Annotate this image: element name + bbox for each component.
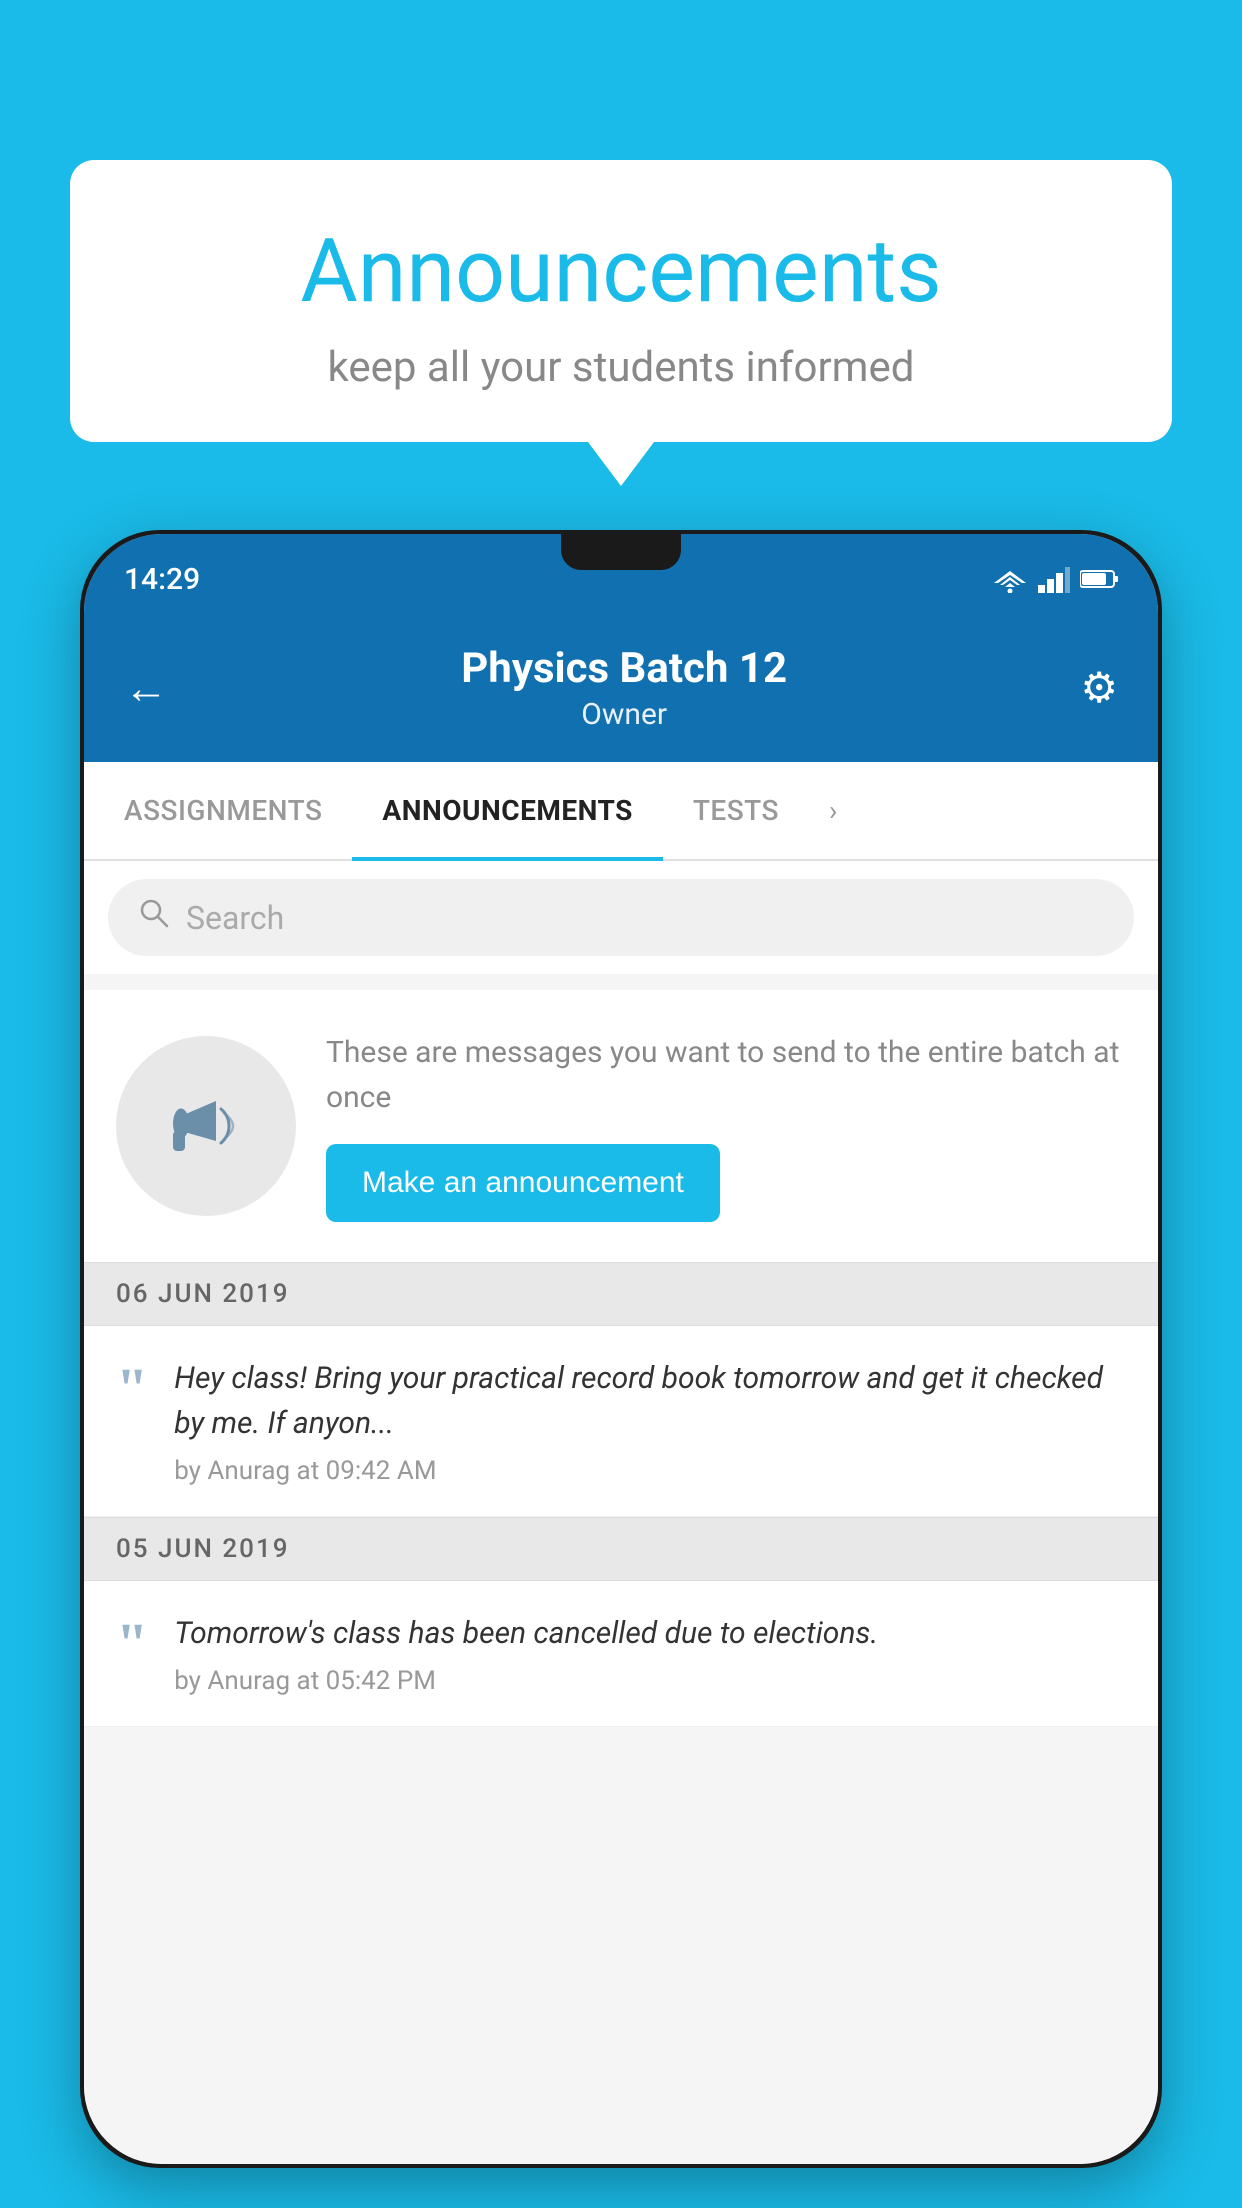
announcement-title: Announcements <box>130 220 1112 323</box>
announcement-meta-2: by Anurag at 05:42 PM <box>174 1666 1126 1696</box>
announcement-right: These are messages you want to send to t… <box>326 1030 1126 1222</box>
status-icons <box>992 565 1118 593</box>
phone-notch <box>561 534 681 570</box>
search-bar[interactable]: Search <box>108 879 1134 956</box>
owner-label: Owner <box>168 697 1080 732</box>
announcement-message-1: Hey class! Bring your practical record b… <box>174 1356 1126 1446</box>
announcement-text-1: Hey class! Bring your practical record b… <box>174 1356 1126 1486</box>
status-time: 14:29 <box>124 562 200 597</box>
announcement-item-1: " Hey class! Bring your practical record… <box>84 1326 1158 1517</box>
announcement-prompt: These are messages you want to send to t… <box>84 990 1158 1262</box>
signal-icon <box>1038 565 1070 593</box>
quote-icon-2: " <box>116 1615 148 1673</box>
announcement-subtitle: keep all your students informed <box>130 343 1112 392</box>
speech-bubble-card: Announcements keep all your students inf… <box>70 160 1172 442</box>
announcement-text-2: Tomorrow's class has been cancelled due … <box>174 1611 1126 1696</box>
status-bar: 14:29 <box>84 534 1158 624</box>
tab-announcements[interactable]: ANNOUNCEMENTS <box>352 762 662 859</box>
back-button[interactable]: ← <box>124 662 168 714</box>
date-separator-2: 05 JUN 2019 <box>84 1517 1158 1581</box>
announcement-description: These are messages you want to send to t… <box>326 1030 1126 1120</box>
header-title-group: Physics Batch 12 Owner <box>168 644 1080 732</box>
wifi-icon <box>992 565 1028 593</box>
phone-frame: 14:29 <box>80 530 1162 2168</box>
app-header: ← Physics Batch 12 Owner ⚙ <box>84 624 1158 762</box>
announcement-icon-circle <box>116 1036 296 1216</box>
tab-tests[interactable]: TESTS <box>663 762 809 859</box>
announcement-item-2: " Tomorrow's class has been cancelled du… <box>84 1581 1158 1727</box>
battery-icon <box>1080 568 1118 590</box>
settings-button[interactable]: ⚙ <box>1080 663 1118 713</box>
announcement-meta-1: by Anurag at 09:42 AM <box>174 1456 1126 1486</box>
speech-bubble-section: Announcements keep all your students inf… <box>70 160 1172 442</box>
search-bar-container: Search <box>84 861 1158 974</box>
quote-icon-1: " <box>116 1360 148 1418</box>
phone-content: Search <box>84 861 1158 2164</box>
tabs-bar: ASSIGNMENTS ANNOUNCEMENTS TESTS › <box>84 762 1158 861</box>
tab-assignments[interactable]: ASSIGNMENTS <box>94 762 352 859</box>
search-placeholder-text: Search <box>186 899 284 937</box>
megaphone-icon <box>161 1081 251 1171</box>
date-separator-1: 06 JUN 2019 <box>84 1262 1158 1326</box>
batch-title: Physics Batch 12 <box>168 644 1080 693</box>
make-announcement-button[interactable]: Make an announcement <box>326 1144 720 1222</box>
phone-inner: 14:29 <box>84 534 1158 2164</box>
announcement-message-2: Tomorrow's class has been cancelled due … <box>174 1611 1126 1656</box>
tab-more[interactable]: › <box>809 762 857 859</box>
search-icon <box>138 897 170 938</box>
